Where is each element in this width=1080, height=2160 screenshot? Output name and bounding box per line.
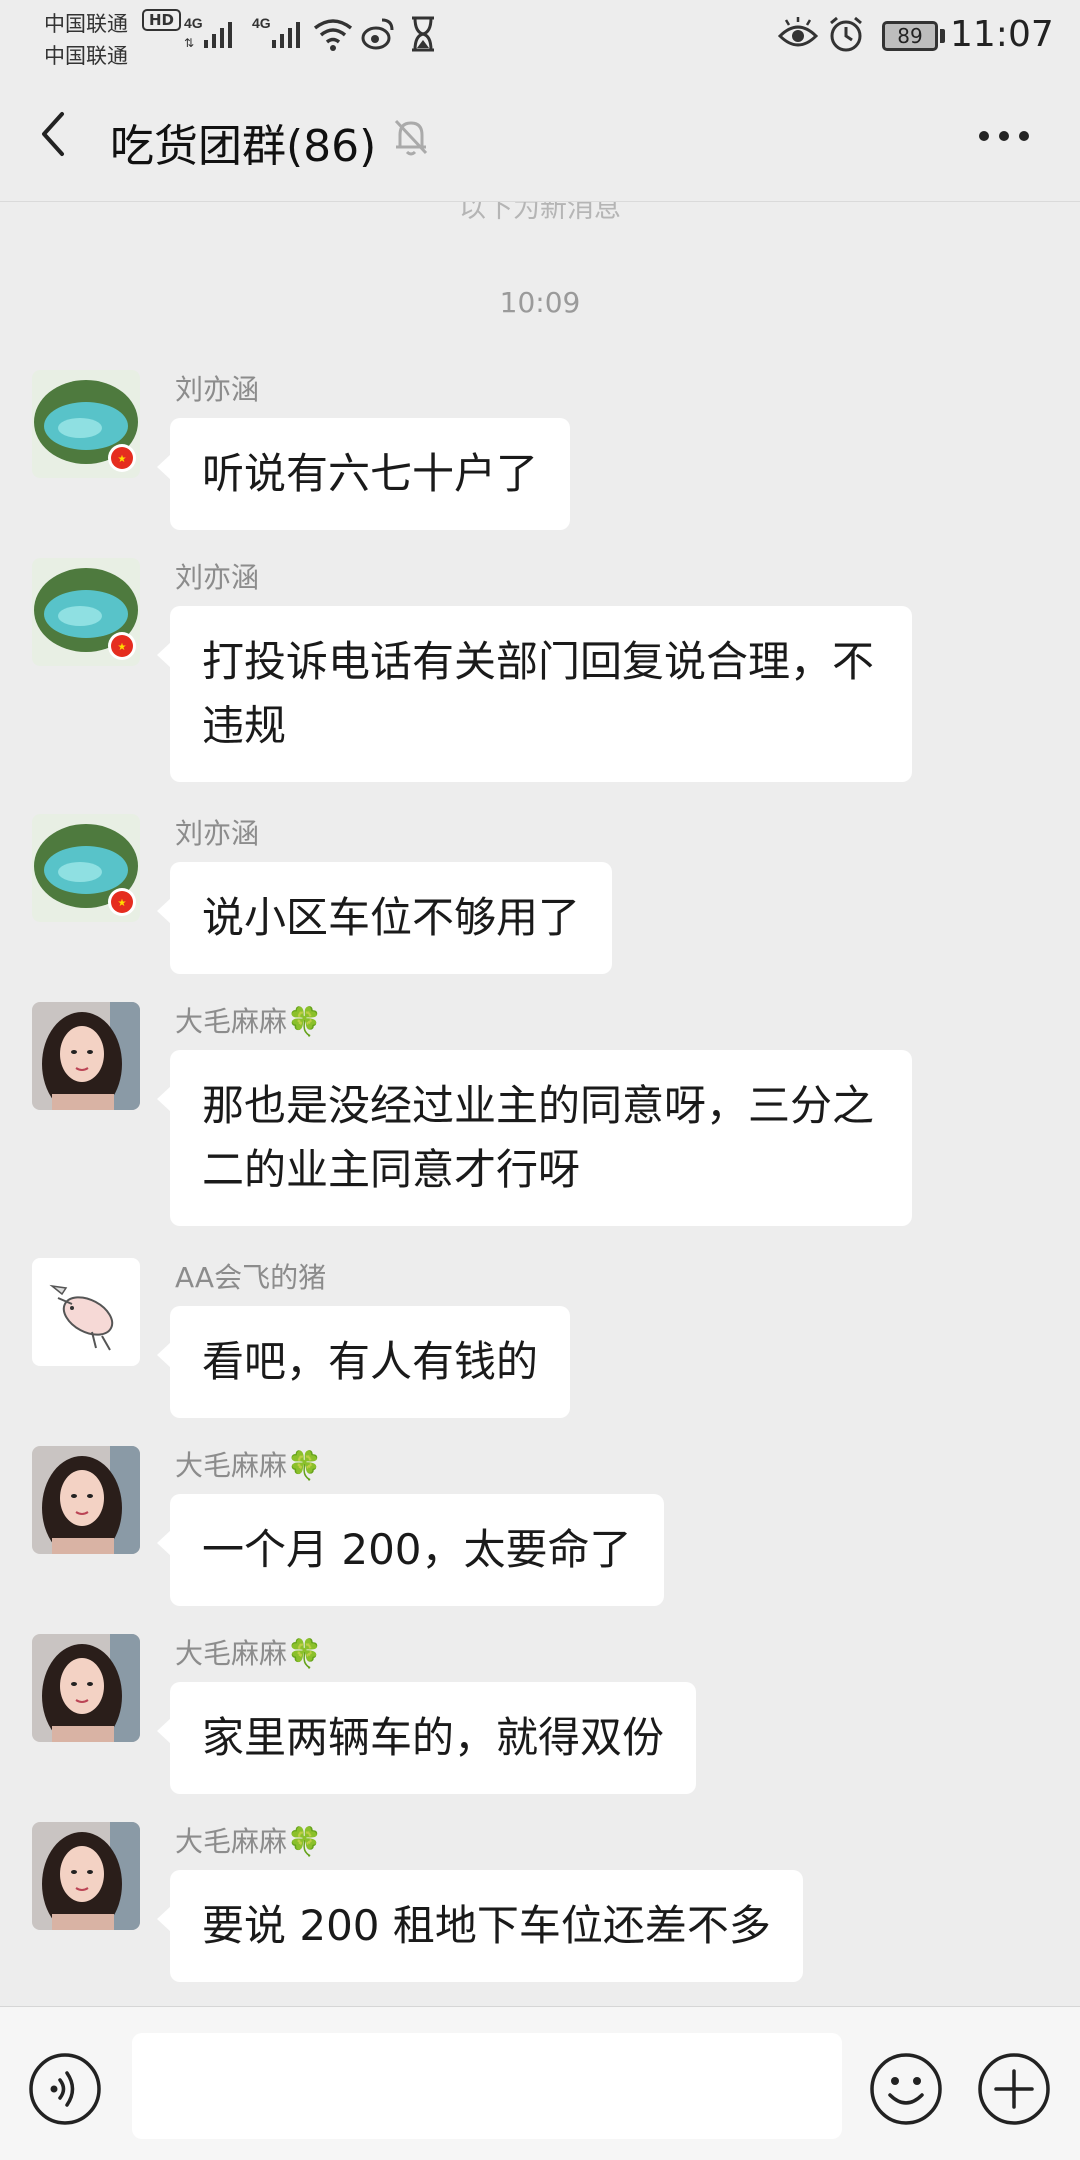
sender-name: 刘亦涵	[175, 817, 260, 850]
time-label: 10:09	[499, 286, 581, 319]
svg-text:⇅: ⇅	[184, 36, 194, 50]
emoji-button[interactable]	[868, 2051, 944, 2127]
svg-text:★: ★	[118, 898, 127, 909]
woman-avatar	[32, 1634, 140, 1742]
message-input[interactable]	[132, 2033, 842, 2139]
avatar[interactable]: ★	[32, 814, 140, 922]
chat-title[interactable]: 吃货团群(86)	[110, 110, 376, 174]
sender-name: 大毛麻麻🍀	[175, 1825, 322, 1858]
back-icon	[42, 112, 64, 156]
chat-header: 吃货团群(86)	[0, 66, 1080, 202]
woman-avatar	[32, 1002, 140, 1110]
svg-text:★: ★	[118, 642, 127, 653]
woman-avatar	[32, 1446, 140, 1554]
message-bubble[interactable]: 那也是没经过业主的同意呀，三分之二的业主同意才行呀	[157, 1050, 912, 1226]
avatar[interactable]	[32, 1446, 140, 1554]
voice-button[interactable]	[27, 2051, 103, 2127]
flying-pig-avatar	[32, 1258, 140, 1366]
avatar[interactable]: ★	[32, 558, 140, 666]
eye-icon	[778, 17, 818, 47]
landscape-avatar: ★	[32, 370, 140, 478]
more-icon	[979, 131, 1029, 141]
battery-icon: 89	[882, 21, 938, 51]
battery-tip	[940, 29, 945, 43]
voice-icon	[29, 2053, 101, 2125]
woman-avatar	[32, 1822, 140, 1930]
status-time: 11:07	[950, 14, 1054, 55]
emoji-icon	[870, 2053, 942, 2125]
message-bubble[interactable]: 打投诉电话有关部门回复说合理，不违规	[157, 606, 912, 782]
message-bubble[interactable]: 一个月 200，太要命了	[157, 1494, 664, 1606]
message-bubble[interactable]: 听说有六七十户了	[156, 418, 571, 530]
more-button[interactable]	[972, 118, 1036, 154]
carrier-1: 中国联通	[44, 12, 128, 36]
avatar[interactable]	[32, 1822, 140, 1930]
back-button[interactable]	[30, 106, 80, 162]
signal-icon: 4G ⇅	[184, 15, 232, 50]
sender-name: AA会飞的猪	[175, 1261, 327, 1294]
signal-icon: 4G	[252, 15, 300, 48]
landscape-avatar: ★	[32, 558, 140, 666]
alarm-icon	[830, 16, 862, 52]
message-list[interactable]: 以下为新消息 10:09 ★ 刘亦涵 听说有六七十户了 ★ 刘亦涵 打投诉电话有…	[0, 202, 1080, 2006]
plus-icon	[978, 2053, 1050, 2125]
avatar[interactable]: ★	[32, 370, 140, 478]
avatar[interactable]	[32, 1634, 140, 1742]
sender-name: 大毛麻麻🍀	[175, 1637, 322, 1670]
chat-screen: 中国联通 中国联通 HD 4G ⇅ 4G 89 11:07 吃货团群(86) 以…	[0, 0, 1080, 2160]
signal-2-label: 4G	[252, 15, 271, 31]
svg-text:★: ★	[118, 454, 127, 465]
plus-button[interactable]	[976, 2051, 1052, 2127]
signal-1-label: 4G	[184, 15, 203, 31]
wifi-icon	[313, 19, 353, 51]
sender-name: 刘亦涵	[175, 373, 260, 406]
new-messages-divider: 以下为新消息	[459, 202, 621, 224]
landscape-avatar: ★	[32, 814, 140, 922]
input-bar	[0, 2006, 1080, 2160]
message-bubble[interactable]: 说小区车位不够用了	[156, 862, 613, 974]
hourglass-icon	[412, 16, 434, 52]
message-bubble[interactable]: 家里两辆车的，就得双份	[156, 1682, 697, 1794]
sender-name: 大毛麻麻🍀	[175, 1449, 322, 1482]
message-bubble[interactable]: 要说 200 租地下车位还差不多	[157, 1870, 803, 1982]
avatar[interactable]	[32, 1002, 140, 1110]
sender-name: 大毛麻麻🍀	[175, 1005, 322, 1038]
mute-bell-icon	[394, 119, 428, 156]
sender-name: 刘亦涵	[175, 561, 260, 594]
weibo-icon	[361, 18, 394, 50]
message-bubble[interactable]: 看吧，有人有钱的	[156, 1306, 571, 1418]
hd-badge: HD	[142, 9, 182, 31]
avatar[interactable]	[32, 1258, 140, 1366]
status-bar: 中国联通 中国联通 HD 4G ⇅ 4G 89 11:07	[0, 0, 1080, 68]
